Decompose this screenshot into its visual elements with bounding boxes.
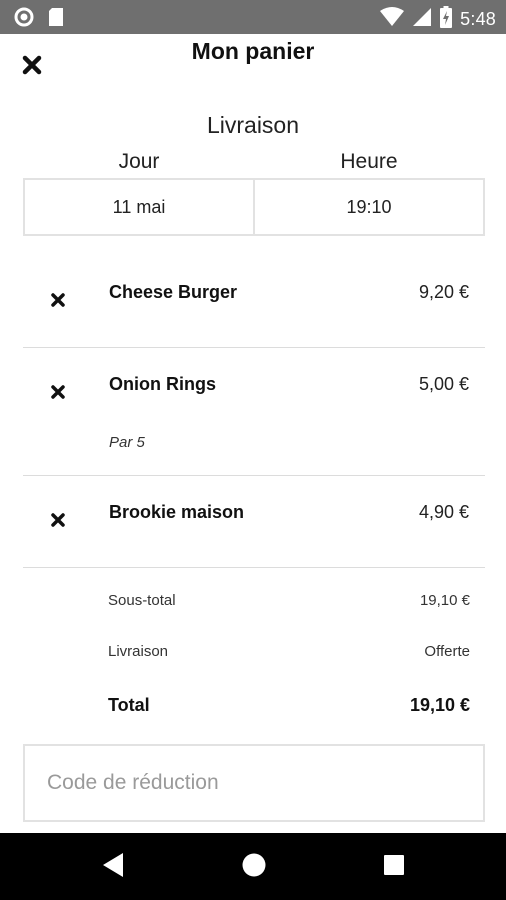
system-nav-bar xyxy=(0,833,506,900)
divider xyxy=(23,567,485,568)
delivery-section-title: Livraison xyxy=(206,112,300,138)
item-name: Brookie maison xyxy=(109,502,245,522)
subtotal-row: Sous-total 19,10 € xyxy=(108,592,470,609)
battery-charging-icon xyxy=(440,6,453,33)
total-value: 19,10 € xyxy=(409,695,470,715)
promo-code-input[interactable] xyxy=(25,746,483,820)
page-title: Mon panier xyxy=(191,38,315,64)
cart-item: Cheese Burger 9,20 € xyxy=(23,280,485,320)
delivery-fee-value: Offerte xyxy=(424,643,470,660)
status-bar: 5:48 xyxy=(0,0,506,34)
total-label: Total xyxy=(108,695,150,715)
remove-item-button[interactable] xyxy=(50,384,66,404)
back-button[interactable] xyxy=(98,852,128,883)
remove-item-button[interactable] xyxy=(50,512,66,532)
status-time: 5:48 xyxy=(460,9,496,29)
item-name: Onion Rings xyxy=(109,374,216,394)
delivery-picker-row: 11 mai 19:10 xyxy=(23,178,485,236)
divider xyxy=(23,347,485,348)
total-row: Total 19,10 € xyxy=(108,695,470,716)
promo-code-field xyxy=(23,744,485,822)
item-price: 5,00 € xyxy=(418,374,469,394)
recent-apps-icon xyxy=(382,853,406,882)
home-button[interactable] xyxy=(239,853,269,881)
close-icon xyxy=(51,512,65,532)
cart-item: Onion Rings 5,00 € Par 5 xyxy=(23,372,485,462)
divider xyxy=(23,475,485,476)
cart-item: Brookie maison 4,90 € xyxy=(23,500,485,540)
day-label: Jour xyxy=(118,150,160,173)
home-icon xyxy=(241,852,267,883)
subtotal-label: Sous-total xyxy=(108,592,176,609)
circle-notification-icon xyxy=(14,7,34,32)
signal-icon xyxy=(412,7,432,32)
hour-picker[interactable]: 19:10 xyxy=(255,178,485,236)
delivery-fee-row: Livraison Offerte xyxy=(108,643,470,660)
sd-card-icon xyxy=(48,7,64,32)
close-icon xyxy=(51,292,65,312)
close-icon xyxy=(51,384,65,404)
recent-apps-button[interactable] xyxy=(379,853,409,881)
day-picker[interactable]: 11 mai xyxy=(23,178,255,236)
subtotal-value: 19,10 € xyxy=(419,592,470,609)
item-price: 9,20 € xyxy=(418,282,469,302)
hour-label: Heure xyxy=(340,150,398,173)
item-name: Cheese Burger xyxy=(109,282,238,302)
remove-item-button[interactable] xyxy=(50,292,66,312)
item-note: Par 5 xyxy=(109,434,145,451)
back-icon xyxy=(101,852,125,883)
item-price: 4,90 € xyxy=(418,502,469,522)
delivery-fee-label: Livraison xyxy=(108,643,169,660)
wifi-icon xyxy=(380,7,405,32)
